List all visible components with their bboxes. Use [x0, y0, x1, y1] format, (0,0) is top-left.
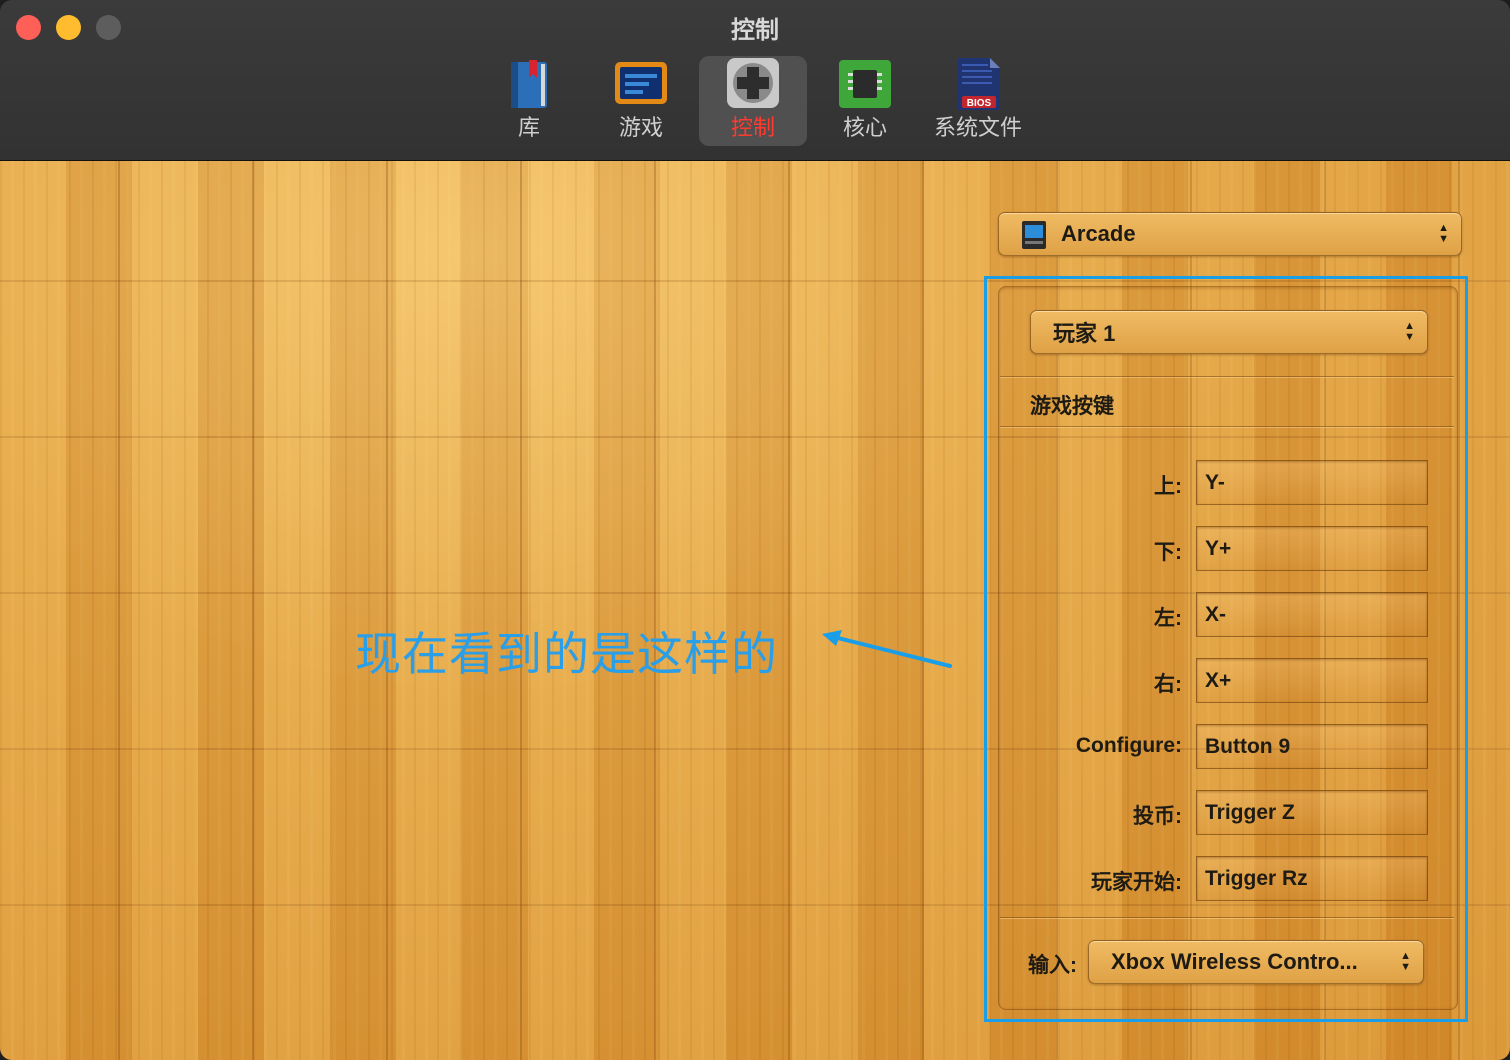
app-window: 控制 库 游戏 控制 核心 BIOS 系统文件 Arcade ▲ ▼ 玩家 1 … — [0, 0, 1510, 1060]
library-book-icon — [511, 60, 547, 108]
annotation-text: 现在看到的是这样的 — [355, 628, 778, 680]
toolbar-item-cores[interactable]: 核心 — [811, 56, 919, 146]
window-title: 控制 — [731, 17, 779, 44]
toolbar-item-system-files[interactable]: BIOS 系统文件 — [924, 56, 1032, 146]
toolbar-item-label: 系统文件 — [933, 115, 1022, 140]
dpad-controller-icon — [727, 58, 779, 108]
annotation-highlight-box — [984, 276, 1468, 1022]
annotation-arrow-icon — [822, 630, 952, 668]
bios-file-icon: BIOS — [958, 58, 1000, 110]
arcade-cabinet-icon — [1022, 221, 1046, 249]
system-select[interactable]: Arcade ▲ ▼ — [998, 212, 1462, 256]
bios-badge: BIOS — [967, 98, 992, 109]
system-select-value: Arcade — [1061, 221, 1136, 246]
toolbar: 控制 库 游戏 控制 核心 BIOS 系统文件 — [0, 0, 1510, 161]
cpu-chip-icon — [839, 60, 891, 108]
updown-chevron-icon: ▲ ▼ — [1438, 222, 1449, 245]
game-screen-icon — [615, 62, 667, 104]
